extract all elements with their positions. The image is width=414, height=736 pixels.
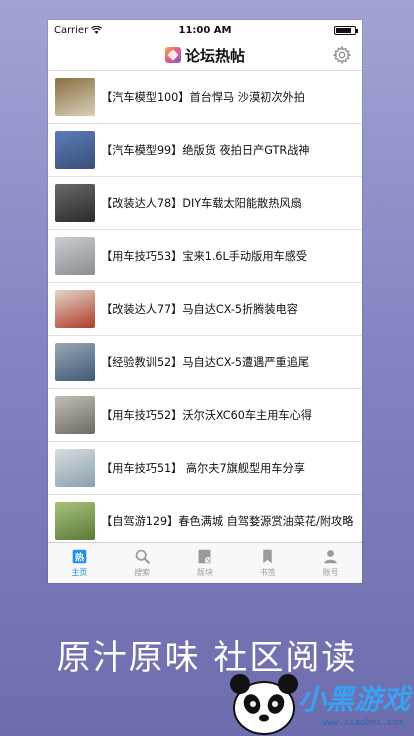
battery-indicator xyxy=(334,25,358,35)
battery-level-fill xyxy=(336,27,352,33)
tab-home[interactable]: 热 主页 xyxy=(48,543,111,583)
svg-text:热: 热 xyxy=(75,551,85,563)
tab-label: 账号 xyxy=(322,568,339,577)
post-title: 【用车技巧53】宝来1.6L手动版用车感受 xyxy=(101,250,308,263)
post-list: 【汽车模型100】首台悍马 沙漠初次外拍 【汽车模型99】绝版货 夜拍日产GTR… xyxy=(48,71,362,543)
post-thumbnail xyxy=(55,343,95,381)
post-thumbnail xyxy=(55,237,95,275)
tab-search[interactable]: 搜索 xyxy=(111,543,174,583)
status-bar: Carrier 11:00 AM xyxy=(48,20,362,40)
phone-screen: Carrier 11:00 AM 论坛热帖 【汽车模型100】首台悍马 沙漠初次… xyxy=(48,20,362,583)
post-row[interactable]: 【用车技巧51】 高尔夫7旗舰型用车分享 xyxy=(48,442,362,495)
tab-bookmarks[interactable]: 书签 xyxy=(236,543,299,583)
post-thumbnail xyxy=(55,131,95,169)
post-row[interactable]: 【用车技巧53】宝来1.6L手动版用车感受 xyxy=(48,230,362,283)
tab-account[interactable]: 账号 xyxy=(299,543,362,583)
tab-boards[interactable]: 版块 xyxy=(174,543,237,583)
post-row[interactable]: 【汽车模型100】首台悍马 沙漠初次外拍 xyxy=(48,71,362,124)
post-row[interactable]: 【自驾游129】春色满城 自驾婺源赏油菜花/附攻略 xyxy=(48,495,362,543)
battery-icon xyxy=(334,25,358,35)
page-title: 论坛热帖 xyxy=(164,45,245,66)
post-title: 【用车技巧52】沃尔沃XC60车主用车心得 xyxy=(101,409,312,422)
page-title-text: 论坛热帖 xyxy=(184,46,245,65)
hot-icon: 热 xyxy=(72,549,87,563)
post-thumbnail xyxy=(55,396,95,434)
post-row[interactable]: 【改装达人77】马自达CX-5折腾装电容 xyxy=(48,283,362,336)
search-icon xyxy=(135,549,150,564)
board-icon xyxy=(199,549,211,564)
post-title: 【用车技巧51】 高尔夫7旗舰型用车分享 xyxy=(101,462,305,475)
post-row[interactable]: 【改装达人78】DIY车载太阳能散热风扇 xyxy=(48,177,362,230)
post-thumbnail xyxy=(55,449,95,487)
tab-label: 主页 xyxy=(71,568,88,577)
post-title: 【汽车模型99】绝版货 夜拍日产GTR战神 xyxy=(101,144,310,157)
bookmark-icon xyxy=(263,549,273,564)
post-title: 【改装达人78】DIY车载太阳能散热风扇 xyxy=(101,197,302,210)
post-row[interactable]: 【经验教训52】马自达CX-5遭遇严重追尾 xyxy=(48,336,362,389)
post-title: 【改装达人77】马自达CX-5折腾装电容 xyxy=(101,303,298,316)
post-title: 【自驾游129】春色满城 自驾婺源赏油菜花/附攻略 xyxy=(101,515,354,528)
app-logo-icon xyxy=(164,47,181,63)
post-title: 【经验教训52】马自达CX-5遭遇严重追尾 xyxy=(101,356,310,369)
post-thumbnail xyxy=(55,502,95,540)
post-title: 【汽车模型100】首台悍马 沙漠初次外拍 xyxy=(101,91,305,104)
tab-bar: 热 主页 搜索 版块 书签 账号 xyxy=(48,542,362,583)
post-thumbnail xyxy=(55,184,95,222)
tab-label: 搜索 xyxy=(134,568,151,577)
clock: 11:00 AM xyxy=(178,24,232,36)
account-icon xyxy=(324,550,337,564)
watermark-brand: 小黑游戏 xyxy=(298,683,411,716)
gear-icon[interactable] xyxy=(332,45,352,65)
navigation-bar: 论坛热帖 xyxy=(48,40,362,71)
post-row[interactable]: 【汽车模型99】绝版货 夜拍日产GTR战神 xyxy=(48,124,362,177)
tab-label: 版块 xyxy=(196,568,213,577)
post-thumbnail xyxy=(55,290,95,328)
panda-mascot-icon xyxy=(230,674,298,735)
post-row[interactable]: 【用车技巧52】沃尔沃XC60车主用车心得 xyxy=(48,389,362,442)
tab-label: 书签 xyxy=(259,568,276,577)
post-thumbnail xyxy=(55,78,95,116)
watermark-url: www.xiaohei.com xyxy=(322,718,404,728)
watermark: 小黑游戏 www.xiaohei.com xyxy=(224,666,414,736)
